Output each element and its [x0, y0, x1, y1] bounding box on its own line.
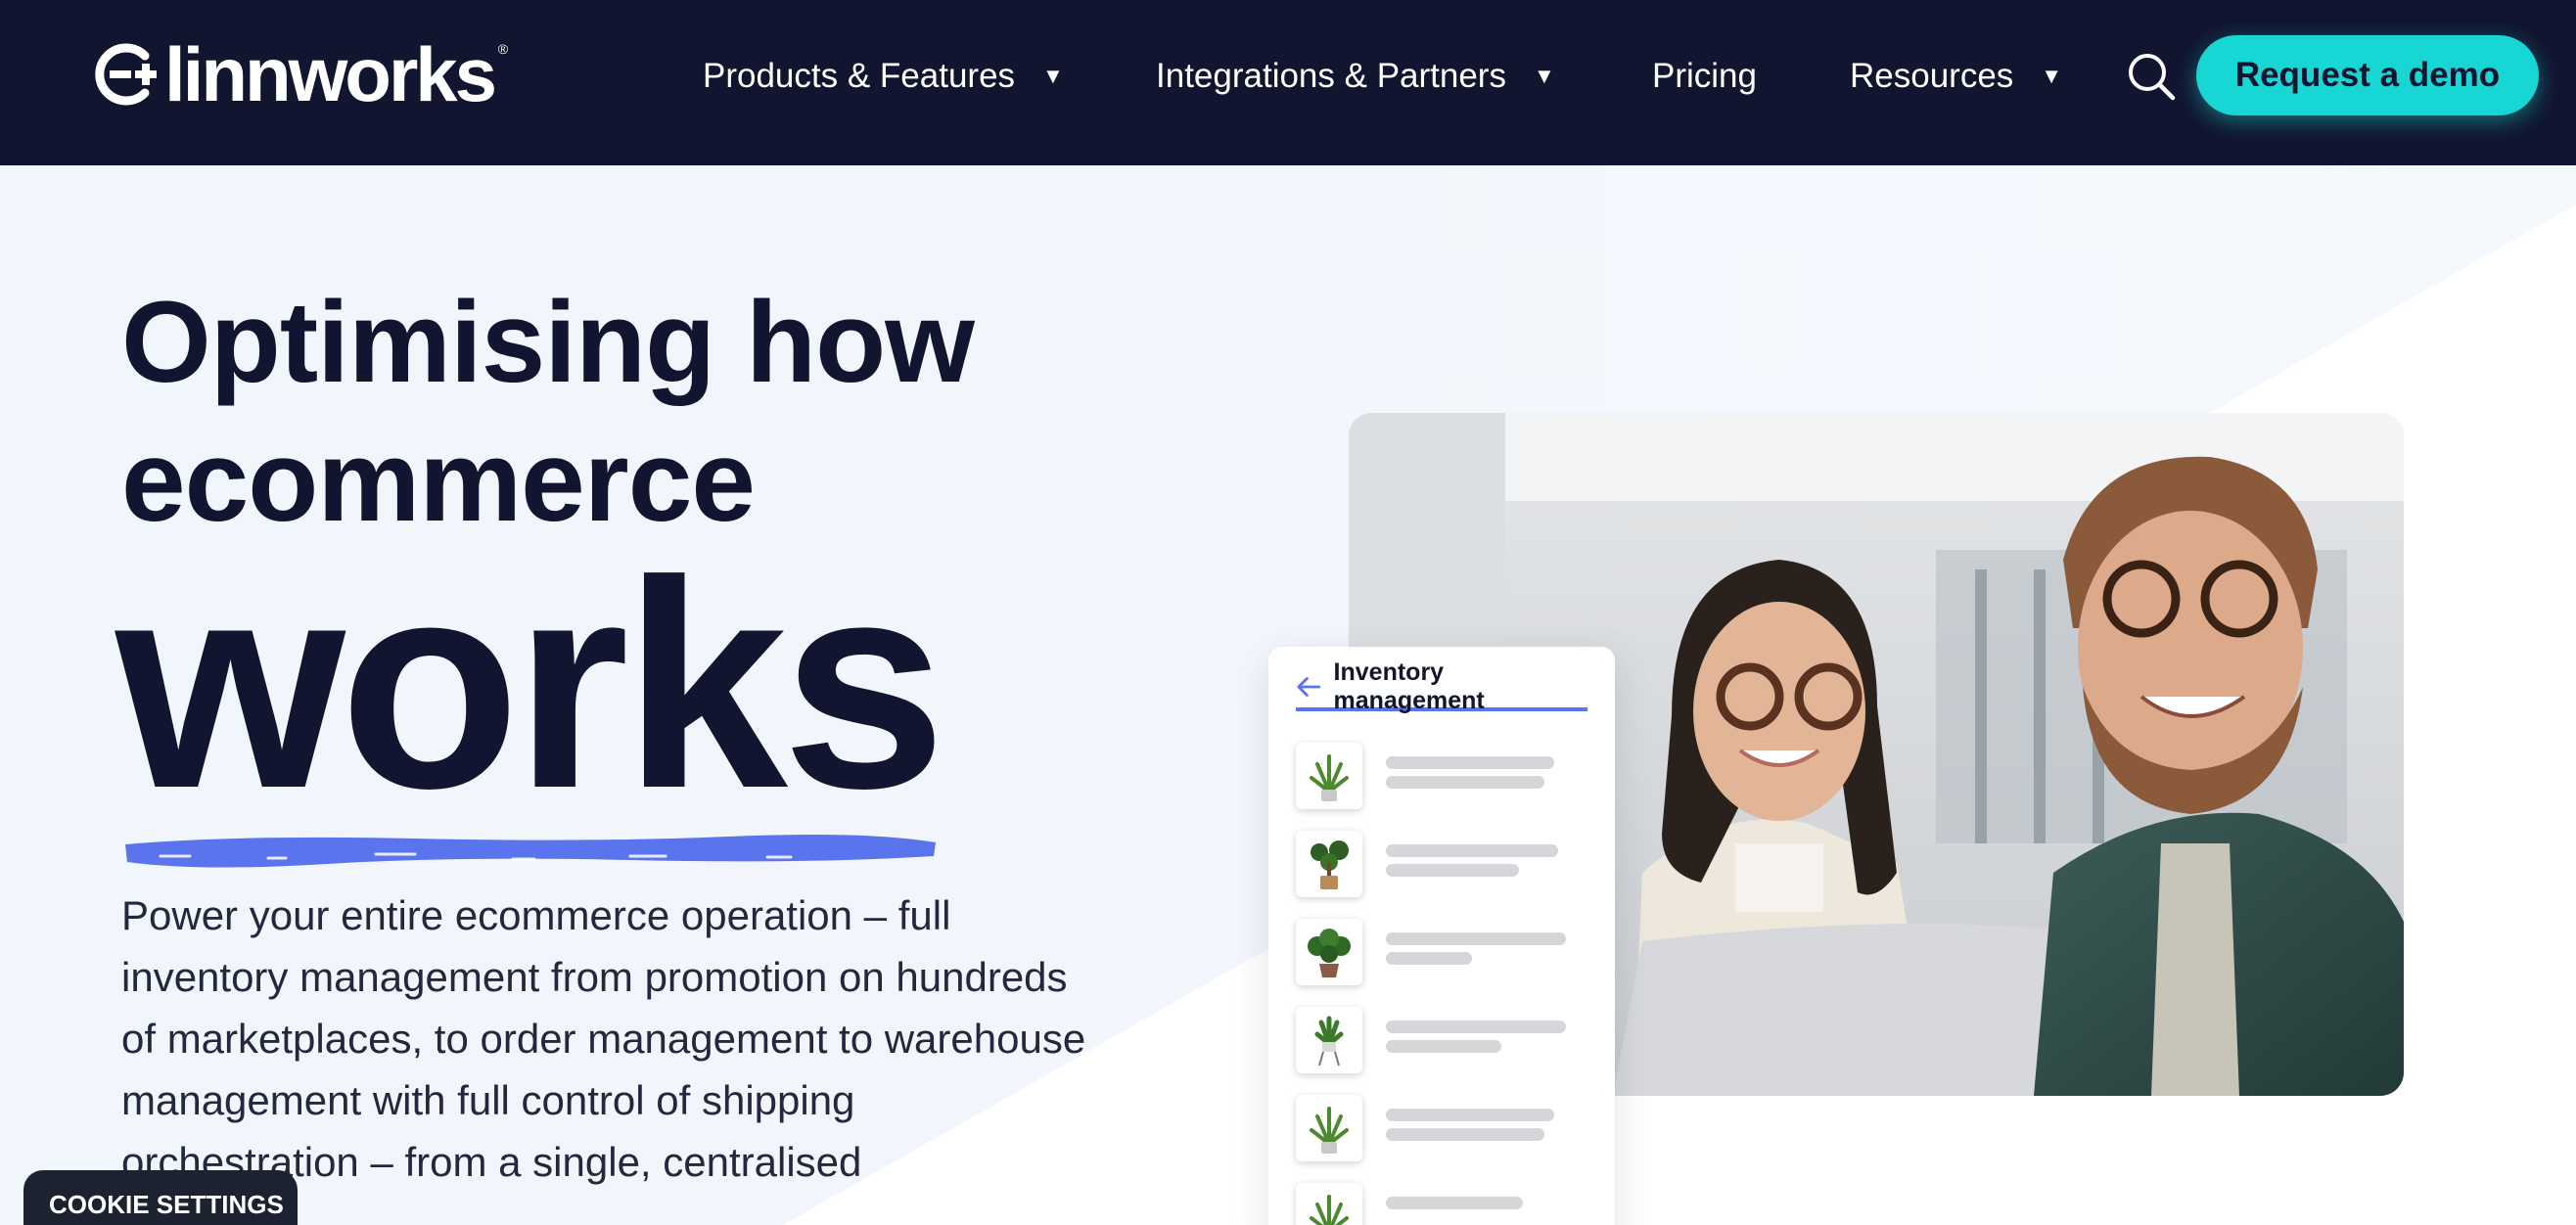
headline-line-1: Optimising how [121, 278, 975, 407]
plant-icon [1296, 919, 1362, 985]
headline-emphasis: works [115, 520, 946, 849]
arrow-left-icon[interactable] [1296, 673, 1322, 701]
search-icon[interactable] [2124, 49, 2179, 104]
cookie-settings-button[interactable]: COOKIE SETTINGS [23, 1170, 298, 1225]
nav-label: Integrations & Partners [1156, 57, 1506, 95]
nav-resources[interactable]: Resources ▼ [1850, 53, 2062, 100]
registered-mark: ® [497, 41, 509, 57]
list-item [1296, 743, 1589, 809]
inventory-card: Inventory management [1268, 647, 1615, 1225]
request-demo-button[interactable]: Request a demo [2196, 35, 2539, 115]
plant-icon [1296, 743, 1362, 809]
list-item [1296, 919, 1589, 985]
list-item [1296, 1007, 1589, 1073]
caret-down-icon: ▼ [2041, 64, 2063, 88]
list-item [1296, 1095, 1589, 1161]
nav-products-features[interactable]: Products & Features ▼ [703, 53, 1064, 100]
brush-underline [125, 835, 936, 868]
logo-mark-icon [95, 43, 157, 106]
nav-label: Pricing [1652, 57, 1757, 95]
plant-icon [1296, 831, 1362, 897]
plant-icon [1296, 1183, 1362, 1225]
nav-pricing[interactable]: Pricing [1652, 53, 1757, 100]
nav-label: Products & Features [703, 57, 1016, 95]
hero-section: Optimising how ecommerce works Power you… [0, 165, 2576, 1225]
caret-down-icon: ▼ [1533, 64, 1555, 88]
hero-headline: Optimising how ecommerce [121, 273, 975, 551]
nav-integrations-partners[interactable]: Integrations & Partners ▼ [1156, 53, 1555, 100]
inventory-card-title: Inventory management [1333, 658, 1485, 714]
list-item [1296, 831, 1589, 897]
caret-down-icon: ▼ [1042, 64, 1064, 88]
hero-description: Power your entire ecommerce operation – … [121, 892, 1086, 1185]
logo-wordmark: linnworks [164, 31, 497, 117]
site-header: linnworks ® Products & Features ▼ Integr… [0, 0, 2576, 165]
plant-icon [1296, 1095, 1362, 1161]
plant-icon [1296, 1007, 1362, 1073]
inventory-card-header: Inventory management [1296, 658, 1587, 714]
linnworks-logo[interactable]: linnworks ® [94, 31, 508, 117]
nav-label: Resources [1850, 57, 2014, 95]
list-item [1296, 1183, 1589, 1225]
